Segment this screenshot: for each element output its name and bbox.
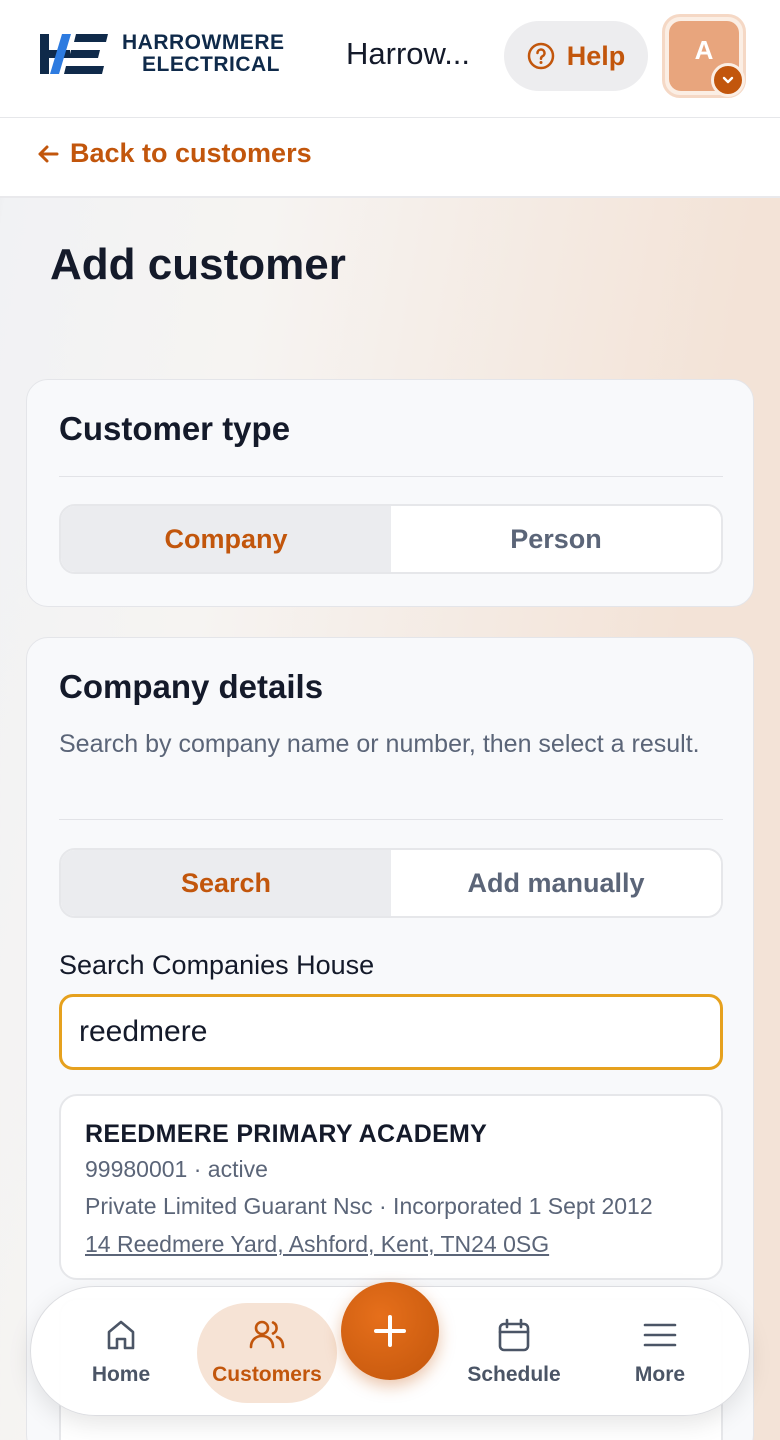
nav-home[interactable]: Home <box>51 1303 191 1403</box>
divider <box>59 819 723 820</box>
app-title: Harrow... <box>346 36 471 71</box>
logo-line-2: ELECTRICAL <box>142 53 280 76</box>
calendar-icon <box>498 1318 530 1352</box>
entry-mode-toggle: Search Add manually <box>59 848 723 918</box>
result-address: 14 Reedmere Yard, Ashford, Kent, TN24 0S… <box>85 1231 550 1257</box>
nav-more[interactable]: More <box>590 1303 730 1403</box>
menu-icon <box>643 1323 677 1347</box>
search-result-item[interactable]: REEDMERE PRIMARY ACADEMY 99980001 · acti… <box>59 1094 723 1280</box>
divider <box>59 476 723 477</box>
result-company-name: REEDMERE PRIMARY ACADEMY <box>85 1120 488 1148</box>
result-number-status: 99980001 · active <box>85 1156 268 1182</box>
page-title: Add customer <box>50 240 346 289</box>
account-menu-button[interactable]: A <box>662 14 746 98</box>
company-search-input[interactable] <box>59 994 723 1070</box>
company-details-description: Search by company name or number, then s… <box>59 730 700 758</box>
option-person[interactable]: Person <box>391 506 721 572</box>
search-label: Search Companies House <box>59 950 375 980</box>
logo-wordmark: HARROWMERE ELECTRICAL <box>122 32 285 76</box>
home-icon <box>107 1320 135 1350</box>
customer-type-toggle: Company Person <box>59 504 723 574</box>
users-icon <box>249 1320 285 1349</box>
help-button[interactable]: Help <box>504 21 648 91</box>
company-details-heading: Company details <box>59 668 324 705</box>
result-type-incorporated: Private Limited Guarant Nsc · Incorporat… <box>85 1193 653 1219</box>
plus-icon <box>374 1315 406 1347</box>
back-to-customers-link[interactable]: Back to customers <box>36 138 312 169</box>
nav-home-label: Home <box>91 1363 151 1386</box>
mode-search[interactable]: Search <box>61 850 391 916</box>
nav-schedule-label: Schedule <box>467 1363 561 1386</box>
nav-more-label: More <box>634 1363 686 1386</box>
customer-type-card: Customer type Company Person <box>26 379 754 607</box>
help-icon <box>527 42 554 70</box>
company-logo[interactable]: HARROWMERE ELECTRICAL <box>40 30 285 78</box>
chevron-down-icon <box>711 63 745 97</box>
nav-customers[interactable]: Customers <box>197 1303 337 1403</box>
logo-mark-icon <box>40 34 108 74</box>
mode-add-manually[interactable]: Add manually <box>391 850 721 916</box>
arrow-left-icon <box>38 145 59 162</box>
option-company[interactable]: Company <box>61 506 391 572</box>
nav-customers-label: Customers <box>212 1363 322 1386</box>
customer-type-heading: Customer type <box>59 410 291 447</box>
top-bar: HARROWMERE ELECTRICAL Harrow... Help A <box>0 0 780 118</box>
help-label: Help <box>566 40 626 71</box>
nav-schedule[interactable]: Schedule <box>444 1303 584 1403</box>
breadcrumb-bar: Back to customers <box>0 118 780 198</box>
add-button[interactable] <box>341 1282 439 1380</box>
logo-line-1: HARROWMERE <box>122 31 285 54</box>
back-label: Back to customers <box>70 138 312 168</box>
